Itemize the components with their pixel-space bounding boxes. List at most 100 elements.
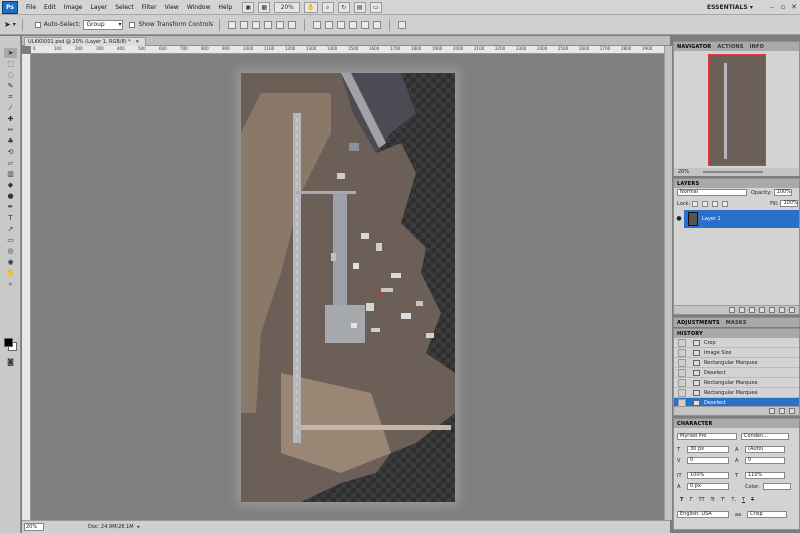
font-style-dropdown[interactable]: Conden... <box>741 433 789 440</box>
pen-tool-icon[interactable]: ✒ <box>4 202 17 212</box>
menu-window[interactable]: Window <box>183 4 215 11</box>
menu-select[interactable]: Select <box>111 4 138 11</box>
layer-row[interactable]: ● Layer 1 <box>674 210 799 228</box>
history-item[interactable]: Deselect <box>674 368 799 378</box>
quick-select-tool-icon[interactable]: ✎ <box>4 81 17 91</box>
menu-image[interactable]: Image <box>60 4 87 11</box>
language-dropdown[interactable]: English: USA <box>677 511 729 518</box>
eye-icon[interactable]: ● <box>674 210 684 228</box>
distribute-top-icon[interactable] <box>313 20 322 29</box>
tab-navigator[interactable]: NAVIGATOR <box>677 44 711 50</box>
hand-tool-icon[interactable]: ✋ <box>4 268 17 278</box>
type-tool-icon[interactable]: T <box>4 213 17 223</box>
history-brush-tool-icon[interactable]: ⟲ <box>4 147 17 157</box>
gradient-tool-icon[interactable]: ▥ <box>4 169 17 179</box>
close-icon[interactable]: ✕ <box>135 39 139 45</box>
3d-orbit-tool-icon[interactable]: ◉ <box>4 257 17 267</box>
font-family-dropdown[interactable]: Myriad Pro <box>677 433 737 440</box>
auto-select-dropdown[interactable]: Group <box>83 19 124 30</box>
tab-history[interactable]: HISTORY <box>677 331 703 337</box>
eyedropper-tool-icon[interactable]: ⁄ <box>4 103 17 113</box>
menu-file[interactable]: File <box>22 4 40 11</box>
history-item[interactable]: Rectangular Marquee <box>674 358 799 368</box>
trash-icon[interactable] <box>789 307 795 313</box>
distribute-left-icon[interactable] <box>349 20 358 29</box>
hand-tool-icon[interactable]: ✋ <box>304 1 318 13</box>
horizontal-scale-field[interactable]: 110% <box>745 472 785 479</box>
kerning-field[interactable]: 0 <box>687 457 729 464</box>
fx-icon[interactable] <box>739 307 745 313</box>
shape-tool-icon[interactable]: ▭ <box>4 235 17 245</box>
small-caps-button[interactable]: Tr <box>711 497 715 503</box>
quick-mask-icon[interactable]: ◙ <box>4 357 17 367</box>
history-item[interactable]: Rectangular Marquee <box>674 378 799 388</box>
underline-button[interactable]: T <box>742 497 745 503</box>
distribute-bottom-icon[interactable] <box>337 20 346 29</box>
blend-mode-dropdown[interactable]: Normal <box>677 189 747 196</box>
screen-mode-icon[interactable]: ▭ <box>369 1 382 13</box>
menu-edit[interactable]: Edit <box>40 4 60 11</box>
link-layers-icon[interactable] <box>729 307 735 313</box>
align-hcenter-icon[interactable] <box>276 20 285 29</box>
rotate-view-icon[interactable]: ↻ <box>337 1 350 13</box>
auto-align-icon[interactable] <box>398 20 407 29</box>
distribute-vcenter-icon[interactable] <box>325 20 334 29</box>
move-tool-icon[interactable]: ➤ <box>4 48 17 58</box>
chevron-down-icon[interactable]: ▾ <box>13 21 16 28</box>
status-zoom-field[interactable]: 20% <box>24 523 44 531</box>
leading-field[interactable]: (Auto) <box>745 446 785 453</box>
view-extras-icon[interactable]: ▦ <box>258 1 271 13</box>
marquee-tool-icon[interactable]: ⬚ <box>4 59 17 69</box>
opacity-field[interactable]: 100% <box>773 189 792 196</box>
auto-select-checkbox[interactable] <box>34 21 41 28</box>
camera-icon[interactable] <box>779 408 785 414</box>
arrange-documents-icon[interactable]: ▤ <box>353 1 366 13</box>
menu-filter[interactable]: Filter <box>138 4 161 11</box>
lock-position-icon[interactable] <box>712 200 719 207</box>
crop-tool-icon[interactable]: ⌗ <box>4 92 17 102</box>
subscript-button[interactable]: T, <box>731 497 736 503</box>
font-size-field[interactable]: 30 px <box>687 446 729 453</box>
faux-bold-button[interactable]: T <box>680 497 683 503</box>
eraser-tool-icon[interactable]: ▱ <box>4 158 17 168</box>
adjustment-layer-icon[interactable] <box>759 307 765 313</box>
navigator-zoom-slider[interactable] <box>703 171 764 173</box>
tab-masks[interactable]: MASKS <box>726 320 747 326</box>
antialias-dropdown[interactable]: Crisp <box>747 511 787 518</box>
tab-actions[interactable]: ACTIONS <box>717 44 743 50</box>
vertical-scale-field[interactable]: 100% <box>687 472 729 479</box>
menu-view[interactable]: View <box>161 4 183 11</box>
tracking-field[interactable]: 0 <box>745 457 785 464</box>
align-vcenter-icon[interactable] <box>240 20 249 29</box>
align-bottom-icon[interactable] <box>252 20 261 29</box>
document-tab[interactable]: ULKK0001.psd @ 20% (Layer 1, RGB/8) * ✕ <box>24 37 146 46</box>
maximize-button[interactable]: ▫ <box>779 3 787 11</box>
lasso-tool-icon[interactable]: ◌ <box>4 70 17 80</box>
brush-tool-icon[interactable]: ✏ <box>4 125 17 135</box>
foreground-color-swatch[interactable] <box>4 338 13 347</box>
tab-info[interactable]: INFO <box>750 44 765 50</box>
bridge-icon[interactable]: ▣ <box>242 1 255 13</box>
zoom-tool-icon[interactable]: ⌕ <box>4 279 17 289</box>
new-layer-icon[interactable] <box>779 307 785 313</box>
minimize-button[interactable]: – <box>768 3 776 11</box>
history-brush-source-checkbox[interactable] <box>678 359 686 367</box>
fill-field[interactable]: 100% <box>780 200 799 207</box>
vertical-scrollbar[interactable] <box>664 46 672 520</box>
healing-brush-tool-icon[interactable]: ✚ <box>4 114 17 124</box>
add-mask-icon[interactable] <box>749 307 755 313</box>
trash-icon[interactable] <box>789 408 795 414</box>
clone-stamp-tool-icon[interactable]: ♣ <box>4 136 17 146</box>
workspace-switcher[interactable]: ESSENTIALS ▾ <box>707 4 753 11</box>
new-group-icon[interactable] <box>769 307 775 313</box>
strikethrough-button[interactable]: T <box>751 497 754 503</box>
history-item[interactable]: Image Size <box>674 348 799 358</box>
history-brush-source-checkbox[interactable] <box>678 349 686 357</box>
color-swatches[interactable] <box>4 338 17 351</box>
all-caps-button[interactable]: TT <box>698 497 704 503</box>
show-transform-checkbox[interactable] <box>129 21 136 28</box>
baseline-field[interactable]: 0 px <box>687 483 729 490</box>
align-left-icon[interactable] <box>264 20 273 29</box>
history-brush-source-checkbox[interactable] <box>678 339 686 347</box>
distribute-hcenter-icon[interactable] <box>361 20 370 29</box>
